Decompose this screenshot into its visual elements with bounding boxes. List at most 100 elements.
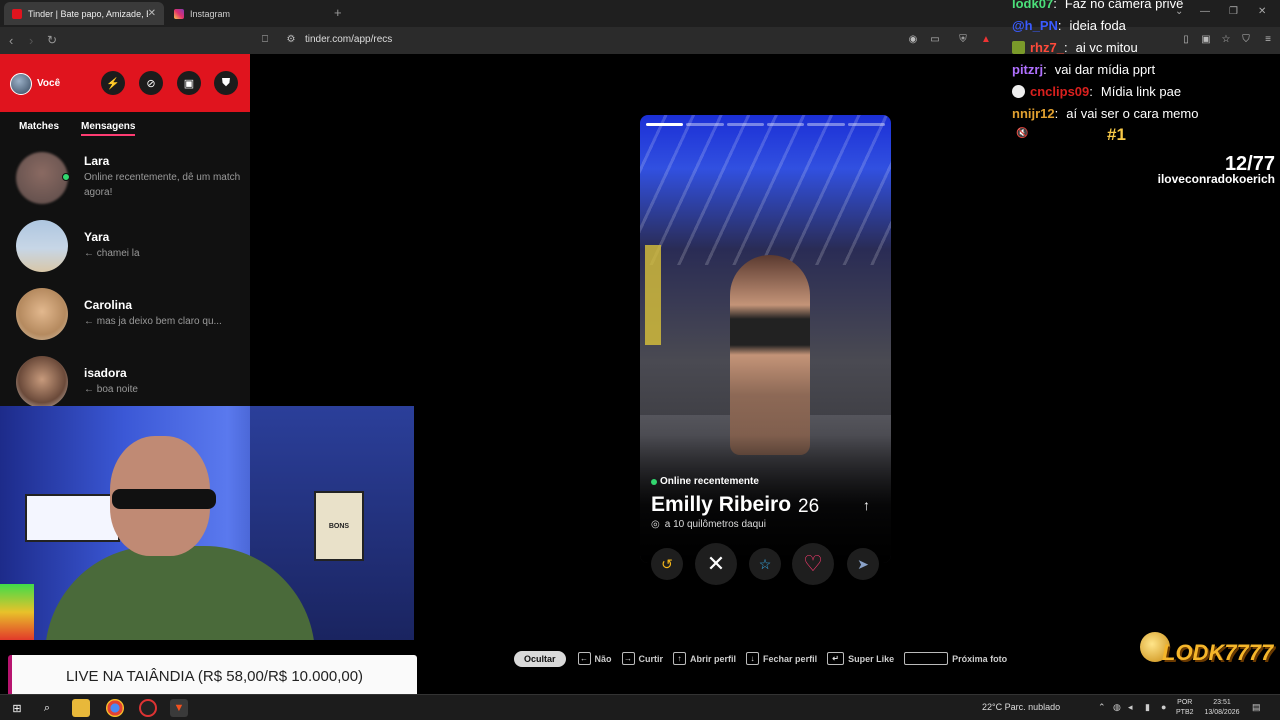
speaker-icon[interactable]: ◂ [1128,702,1133,713]
windows-taskbar: ⊞ ⌕ ▼ 22°C Parc. nublado ⌃ ◍ ◂ ▮ ● POR P… [0,694,1280,720]
browser-tab-instagram[interactable]: Instagram [166,2,326,25]
obs-icon[interactable] [139,699,157,717]
rewards-icon[interactable]: ▲ [980,34,992,46]
chat-separator: : [1043,61,1047,77]
stream-chat: lodk07: Faz no câmera privê @h_PN: ideia fo… [1012,0,1280,124]
chat-username: nnijr12 [1012,105,1055,121]
keyboard-shortcuts-bar: Ocultar ← Não → Curtir ↑ Abrir perfil ↓ Fech… [514,649,1017,668]
sidebar-tabs: Matches Mensagens [0,112,250,142]
back-icon[interactable]: ‹ [9,33,13,48]
input-language[interactable]: POR PTB2 [1176,698,1194,718]
chat-text: vai dar mídia pprt [1054,61,1156,77]
file-explorer-icon[interactable] [72,699,90,717]
card-photo-equipment [645,245,661,345]
chat-text: ai vc mitou [1075,39,1138,55]
tab-messages[interactable]: Mensagens [81,121,136,136]
photo-progress-segment [847,123,885,126]
match-name: Yara [84,230,110,244]
tab-matches[interactable]: Matches [19,121,59,132]
photo-progress-bar [646,123,885,126]
work-mode-button[interactable]: ▣ [177,71,201,95]
rewind-button[interactable]: ↺ [651,548,683,580]
star-icon: ☆ [758,555,772,572]
chat-username: rhz7_ [1030,39,1064,55]
profile-age: 26 [798,496,820,517]
goal-username: iloveconradokoerich [1157,172,1275,186]
left-arrow-key-icon: ← [577,652,591,665]
chat-username: lodk07 [1012,0,1054,11]
shield-icon[interactable]: ⛨ [957,34,969,46]
close-icon: ✕ [706,551,726,576]
network-icon[interactable]: ◍ [1113,702,1121,713]
forward-icon[interactable]: › [29,33,33,48]
distance-text: a 10 quilômetros daqui [664,519,766,530]
chat-message: nnijr12: aí vai ser o cara memo [1012,102,1280,124]
tab-title: Tinder | Bate papo, Amizade, En [28,8,148,19]
streamer-logo: LODK7777 [1140,628,1273,680]
brave-icon[interactable]: ▼ [170,699,188,717]
lightning-icon: ⚡ [106,77,120,90]
live-goal-banner: LIVE NA TAIÂNDIA (R$ 58,00/R$ 10.000,00) [8,655,417,697]
like-button[interactable]: ♡ [792,543,834,585]
webcam-poster: BONS [314,491,364,561]
chat-message: pitzrj: vai dar mídia pprt [1012,58,1280,80]
nope-button[interactable]: ✕ [695,543,737,585]
open-profile-icon[interactable]: ↑ [863,497,870,513]
hide-shortcuts-button[interactable]: Ocultar [514,650,566,667]
browser-tab-tinder[interactable]: Tinder | Bate papo, Amizade, En ✕ [4,2,164,25]
boost-send-button[interactable]: ➤ [847,548,879,580]
tinder-sidebar: Você ⚡ ⊘ ▣ ⛊ Matches Mensagens Lara Onli… [0,54,250,408]
profile-card[interactable]: Online recentemente Emilly Ribeiro 26 ◎ … [640,115,891,563]
list-item[interactable]: Lara Online recentemente, dê um match ag… [0,152,250,216]
battery-icon[interactable]: ▮ [1145,702,1150,713]
chat-separator: : [1054,105,1059,121]
boost-button[interactable]: ⚡ [101,71,125,95]
list-item[interactable]: Yara ← chamei la [0,220,250,284]
tray-expand-icon[interactable]: ⌃ [1098,702,1106,713]
chat-badge-icon [1012,40,1025,54]
card-photo-person [730,255,810,455]
location-icon[interactable]: ◉ [907,34,919,46]
up-arrow-key-icon: ↑ [673,652,687,665]
chat-message: cnclips09: Mídia link pae [1012,80,1280,102]
cast-icon[interactable]: ▭ [929,34,941,46]
explore-button[interactable]: ⊘ [139,71,163,95]
muted-speaker-icon: 🔇 [1016,128,1029,139]
windows-start-icon[interactable]: ⊞ [8,699,26,717]
site-settings-icon[interactable]: ⚙ [285,34,297,46]
tinder-favicon-icon [12,8,22,19]
profile-label[interactable]: Você [37,78,60,89]
match-message: ← boa noite [84,384,138,395]
system-clock[interactable]: 23:51 13/08/2026 [1200,698,1244,718]
weather-widget[interactable]: 22°C Parc. nublado [982,702,1060,712]
instagram-favicon-icon [174,8,184,19]
enter-key-icon: ↵ [827,652,845,665]
avatar[interactable] [10,73,32,95]
chat-text: Faz no câmera privê [1064,0,1184,11]
notifications-icon[interactable]: ▤ [1252,702,1261,713]
new-tab-button[interactable]: + [334,5,342,20]
url-field[interactable]: tinder.com/app/recs [305,34,392,45]
chat-message: @h_PN: ideia foda [1012,14,1280,36]
chrome-icon[interactable] [106,699,124,717]
list-item[interactable]: Carolina ← mas ja deixo bem claro qu... [0,288,250,352]
search-icon[interactable]: ⌕ [38,699,56,717]
avatar [16,356,68,408]
profile-name: Emilly Ribeiro [651,493,792,516]
close-tab-icon[interactable]: ✕ [148,8,156,19]
safety-button[interactable]: ⛊ [214,71,238,95]
reload-icon[interactable]: ↻ [47,33,57,47]
photo-progress-segment [726,123,764,126]
super-like-button[interactable]: ☆ [749,548,781,580]
shield-icon: ⛊ [221,76,231,89]
photo-progress-segment [686,123,724,126]
shortcut-super-like: ↵ Super Like [827,652,894,665]
clock-date: 13/08/2026 [1204,709,1240,716]
match-message: ← mas ja deixo bem claro qu... [84,316,222,327]
down-arrow-key-icon: ↓ [746,652,760,665]
webcam-overlay: BONS [0,406,414,640]
bookmark-icon[interactable]: ⎕ [259,34,271,46]
right-arrow-key-icon: → [621,652,635,665]
match-message: ← chamei la [84,248,140,259]
microphone-icon[interactable]: ● [1161,702,1166,712]
